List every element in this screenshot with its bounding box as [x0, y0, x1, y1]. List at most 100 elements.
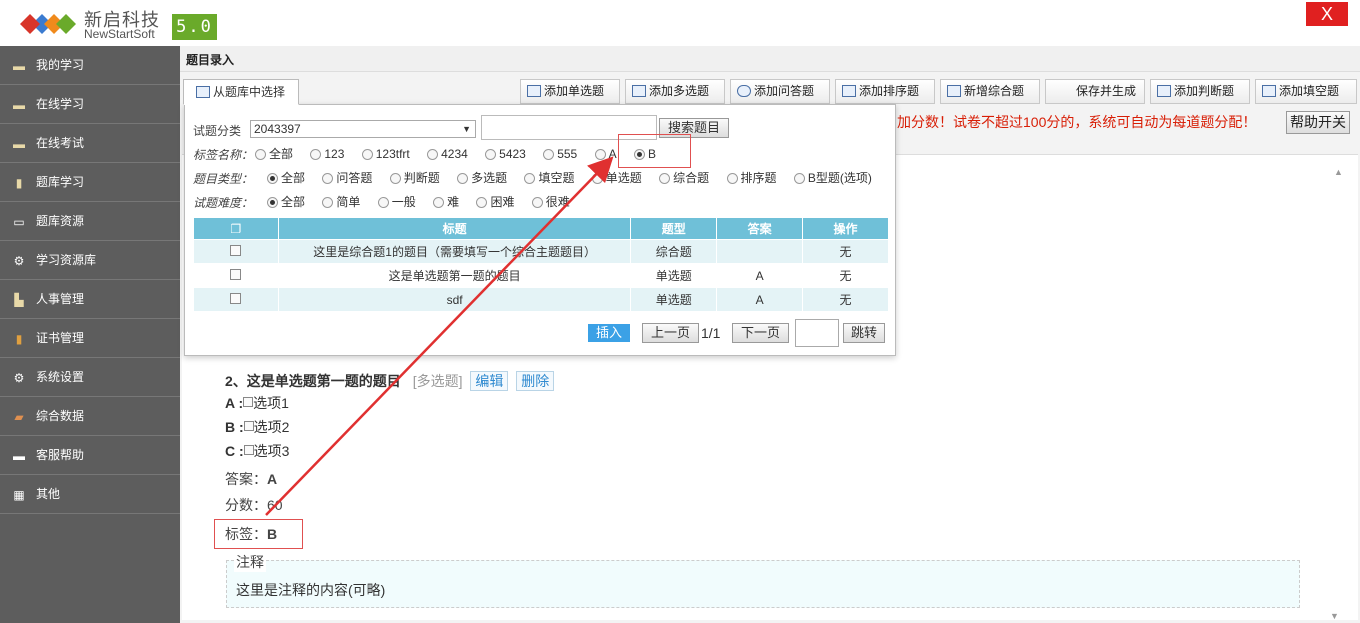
option-b: B : 选项2	[225, 417, 289, 437]
table-row[interactable]: 这是单选题第一题的题目 单选题 A 无	[193, 263, 889, 288]
type-radio-combo[interactable]: 综合题	[659, 169, 709, 186]
select-all-header[interactable]: ❐	[193, 217, 279, 240]
radio-dot	[361, 149, 373, 160]
question-title: 2、这是单选题第一题的题目	[225, 373, 401, 389]
type-radio-group: 全部 问答题 判断题 多选题 填空题 单选题 综合题 排序题 B型题(选项)	[267, 169, 886, 186]
sidebar-item-customer-help[interactable]: ▬ 客服帮助	[0, 436, 180, 475]
type-radio-b-type[interactable]: B型题(选项)	[793, 169, 872, 186]
note-label: 注释	[234, 552, 266, 572]
radio-dot	[267, 173, 278, 184]
option-checkbox[interactable]	[243, 445, 254, 455]
close-button[interactable]: X	[1306, 2, 1348, 26]
type-radio-sort[interactable]: 排序题	[726, 169, 777, 186]
op-cell: 无	[802, 287, 889, 312]
sidebar-item-question-bank-study[interactable]: ▮ 题库学习	[0, 163, 180, 202]
radio-label: 123	[324, 147, 345, 161]
tag-radio-5423[interactable]: 5423	[485, 147, 526, 161]
insert-button[interactable]: 插入	[588, 324, 630, 342]
add-fill-blank-button[interactable]: 添加填空题	[1255, 79, 1357, 104]
radio-dot	[726, 173, 738, 184]
select-from-bank-button[interactable]: 从题库中选择	[183, 79, 299, 105]
sidebar-item-my-learning[interactable]: ▬ 我的学习	[0, 46, 180, 85]
radio-label: 很难	[545, 195, 570, 209]
row-checkbox[interactable]	[230, 292, 242, 304]
sidebar-item-comprehensive-data[interactable]: ▰ 综合数据	[0, 397, 180, 436]
option-key: A :	[225, 395, 244, 411]
window-icon	[632, 85, 646, 97]
difficulty-radio-easy[interactable]: 简单	[322, 193, 360, 210]
sidebar-item-hr-management[interactable]: ▙ 人事管理	[0, 280, 180, 319]
radio-label: A	[608, 147, 617, 161]
type-radio-multi[interactable]: 多选题	[457, 169, 507, 186]
score-notice: 加分数！试卷不超过100分的，系统可自动为每道题分配！	[897, 114, 1257, 130]
prev-page-button[interactable]: 上一页	[642, 323, 699, 343]
add-qa-button[interactable]: 添加问答题	[730, 79, 830, 104]
type-cell: 综合题	[630, 239, 718, 264]
radio-dot	[389, 173, 401, 184]
help-toggle-button[interactable]: 帮助开关	[1286, 111, 1350, 134]
option-checkbox[interactable]	[243, 397, 254, 407]
add-sort-button[interactable]: 添加排序题	[835, 79, 935, 104]
radio-dot	[322, 173, 334, 184]
tag-highlight-box	[214, 519, 303, 549]
sidebar-item-other[interactable]: ▦ 其他	[0, 475, 180, 514]
difficulty-radio-difficult[interactable]: 困难	[476, 193, 514, 210]
add-single-choice-button[interactable]: 添加单选题	[520, 79, 620, 104]
type-radio-qa[interactable]: 问答题	[322, 169, 372, 186]
type-radio-fill[interactable]: 填空题	[524, 169, 574, 186]
table-row[interactable]: 这里是综合题1的题目（需要填写一个综合主题题目） 综合题 无	[193, 239, 889, 264]
sidebar-item-question-bank-resource[interactable]: ▭ 题库资源	[0, 202, 180, 241]
edit-question-button[interactable]: 编辑	[470, 371, 509, 391]
add-judge-button[interactable]: 添加判断题	[1150, 79, 1250, 104]
option-text: 选项3	[253, 443, 290, 459]
type-radio-judge[interactable]: 判断题	[389, 169, 440, 186]
tag-radio-123[interactable]: 123	[310, 147, 344, 161]
sidebar-item-system-settings[interactable]: ⚙ 系统设置	[0, 358, 180, 397]
row-checkbox[interactable]	[230, 268, 242, 280]
tag-radio-4234[interactable]: 4234	[427, 147, 468, 161]
type-radio-single[interactable]: 单选题	[591, 169, 642, 186]
tag-radio-555[interactable]: 555	[543, 147, 577, 161]
scroll-up-icon[interactable]: ▲	[1334, 167, 1343, 177]
difficulty-radio-normal[interactable]: 一般	[377, 193, 416, 210]
radio-label: 单选题	[605, 171, 642, 185]
scroll-down-icon[interactable]: ▼	[1330, 611, 1339, 621]
page-number-input[interactable]	[795, 319, 839, 347]
option-text: 选项2	[253, 419, 290, 435]
sidebar-item-certificate-management[interactable]: ▮ 证书管理	[0, 319, 180, 358]
add-multi-choice-button[interactable]: 添加多选题	[625, 79, 725, 104]
category-select[interactable]: 2043397 ▼	[250, 120, 476, 138]
sidebar-item-online-exam[interactable]: ▬ 在线考试	[0, 124, 180, 163]
radio-label: 一般	[391, 195, 416, 209]
difficulty-radio-very-hard[interactable]: 很难	[531, 193, 570, 210]
sidebar-item-online-learning[interactable]: ▬ 在线学习	[0, 85, 180, 124]
add-combo-button[interactable]: 新增综合题	[940, 79, 1040, 104]
sidebar-item-label: 在线考试	[36, 136, 85, 150]
radio-label: 4234	[441, 147, 468, 161]
button-label: 添加问答题	[754, 84, 815, 98]
delete-question-button[interactable]: 删除	[516, 371, 555, 391]
sidebar-item-label: 题库资源	[36, 214, 85, 228]
difficulty-radio-all[interactable]: 全部	[267, 193, 305, 210]
radio-dot	[377, 197, 389, 208]
type-radio-all[interactable]: 全部	[267, 169, 305, 186]
tag-radio-123tfrt[interactable]: 123tfrt	[361, 147, 410, 161]
table-row[interactable]: sdf 单选题 A 无	[193, 287, 889, 312]
row-checkbox-cell	[193, 263, 279, 288]
jump-button[interactable]: 跳转	[843, 323, 885, 343]
window-icon	[527, 85, 541, 97]
radio-dot	[310, 149, 322, 160]
option-checkbox[interactable]	[243, 421, 254, 431]
next-page-button[interactable]: 下一页	[732, 323, 789, 343]
column-header: 答案	[716, 217, 804, 240]
row-checkbox[interactable]	[230, 244, 242, 256]
tag-radio-all[interactable]: 全部	[255, 145, 293, 162]
difficulty-radio-hard[interactable]: 难	[433, 193, 459, 210]
gear-icon: ⚙	[13, 371, 25, 385]
score-value: 60	[267, 497, 283, 513]
radio-dot	[659, 173, 671, 184]
sidebar-item-learning-resources[interactable]: ⚙ 学习资源库	[0, 241, 180, 280]
button-label: 添加填空题	[1279, 84, 1340, 98]
tag-radio-a[interactable]: A	[594, 147, 617, 161]
save-generate-button[interactable]: 保存并生成	[1045, 79, 1145, 104]
